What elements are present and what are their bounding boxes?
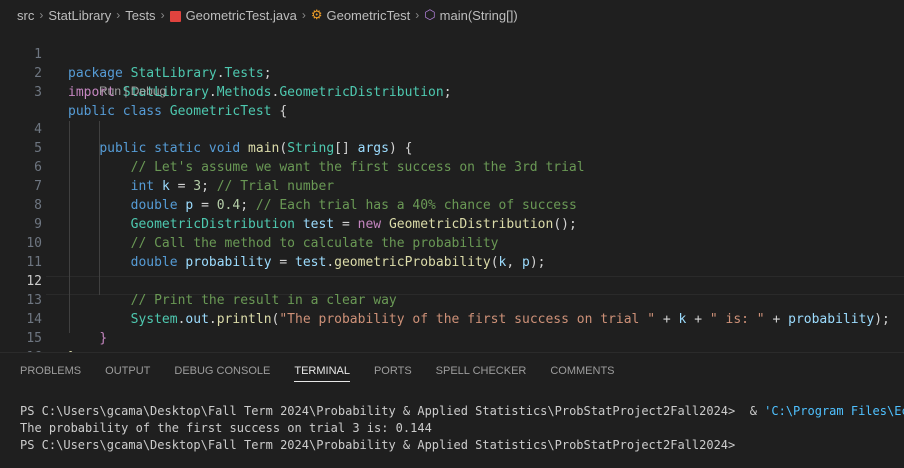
chevron-right-icon: › bbox=[116, 8, 121, 22]
terminal-line-1[interactable]: PS C:\Users\gcama\Desktop\Fall Term 2024… bbox=[20, 403, 904, 420]
code-line-4: 4 public static void main(String[] args)… bbox=[34, 122, 413, 156]
terminal-output-line: The probability of the first success on … bbox=[20, 421, 432, 435]
code-line-16: 16 bbox=[0, 329, 904, 365]
chevron-right-icon: › bbox=[39, 8, 44, 22]
breadcrumb-tests[interactable]: Tests bbox=[125, 8, 155, 23]
code-line-3: 3 public class GeometricTest { bbox=[34, 85, 288, 119]
tab-comments[interactable]: COMMENTS bbox=[550, 365, 614, 382]
chevron-right-icon: › bbox=[415, 8, 420, 22]
breadcrumb-class[interactable]: GeometricTest bbox=[326, 8, 410, 23]
breadcrumb-src[interactable]: src bbox=[17, 8, 34, 23]
class-icon: ⚙ bbox=[310, 7, 323, 22]
code-line-12: 12 // Print the result in a clear way bbox=[26, 274, 397, 308]
tab-output[interactable]: OUTPUT bbox=[105, 365, 150, 382]
code-line-5: 5 // Let's assume we want the first succ… bbox=[34, 141, 585, 175]
codelens-run-debug[interactable]: Run | Debug bbox=[99, 84, 166, 98]
terminal-prompt-line[interactable]: PS C:\Users\gcama\Desktop\Fall Term 2024… bbox=[20, 437, 904, 454]
code-line-8: 8 GeometricDistribution test = new Geome… bbox=[34, 198, 577, 232]
code-line-10: 10 double probability = test.geometricPr… bbox=[26, 236, 546, 270]
tab-ports[interactable]: PORTS bbox=[374, 365, 412, 382]
tab-problems[interactable]: PROBLEMS bbox=[20, 365, 81, 382]
code-line-9: 9 // Call the method to calculate the pr… bbox=[34, 217, 499, 251]
tab-terminal[interactable]: TERMINAL bbox=[294, 365, 350, 382]
panel-tabs: PROBLEMS OUTPUT DEBUG CONSOLE TERMINAL P… bbox=[20, 365, 639, 382]
code-line-2: 2 import StatLibrary.Methods.GeometricDi… bbox=[34, 66, 452, 100]
chevron-right-icon: › bbox=[301, 8, 306, 22]
java-file-icon bbox=[169, 10, 181, 22]
code-editor[interactable]: 1 package StatLibrary.Tests; 2 import St… bbox=[0, 26, 904, 365]
chevron-right-icon: › bbox=[160, 8, 165, 22]
code-line-6: 6 int k = 3; // Trial number bbox=[34, 160, 335, 194]
breadcrumb-file[interactable]: GeometricTest.java bbox=[186, 8, 297, 23]
tab-spell-checker[interactable]: SPELL CHECKER bbox=[436, 365, 527, 382]
tab-debug-console[interactable]: DEBUG CONSOLE bbox=[174, 365, 270, 382]
code-line-15: 15 } bbox=[26, 331, 75, 365]
method-icon: ⬡ bbox=[424, 7, 436, 22]
code-line-14: 14 } bbox=[26, 312, 108, 346]
code-line-11: 11 bbox=[26, 255, 42, 270]
code-line-1: 1 package StatLibrary.Tests; bbox=[34, 47, 272, 81]
code-line-13: 13 System.out.println("The probability o… bbox=[26, 293, 890, 327]
breadcrumb-method[interactable]: main(String[]) bbox=[440, 8, 518, 23]
bottom-panel: PROBLEMS OUTPUT DEBUG CONSOLE TERMINAL P… bbox=[0, 352, 904, 468]
code-line-7: 7 double p = 0.4; // Each trial has a 40… bbox=[34, 179, 577, 213]
breadcrumb-statlibrary[interactable]: StatLibrary bbox=[48, 8, 111, 23]
